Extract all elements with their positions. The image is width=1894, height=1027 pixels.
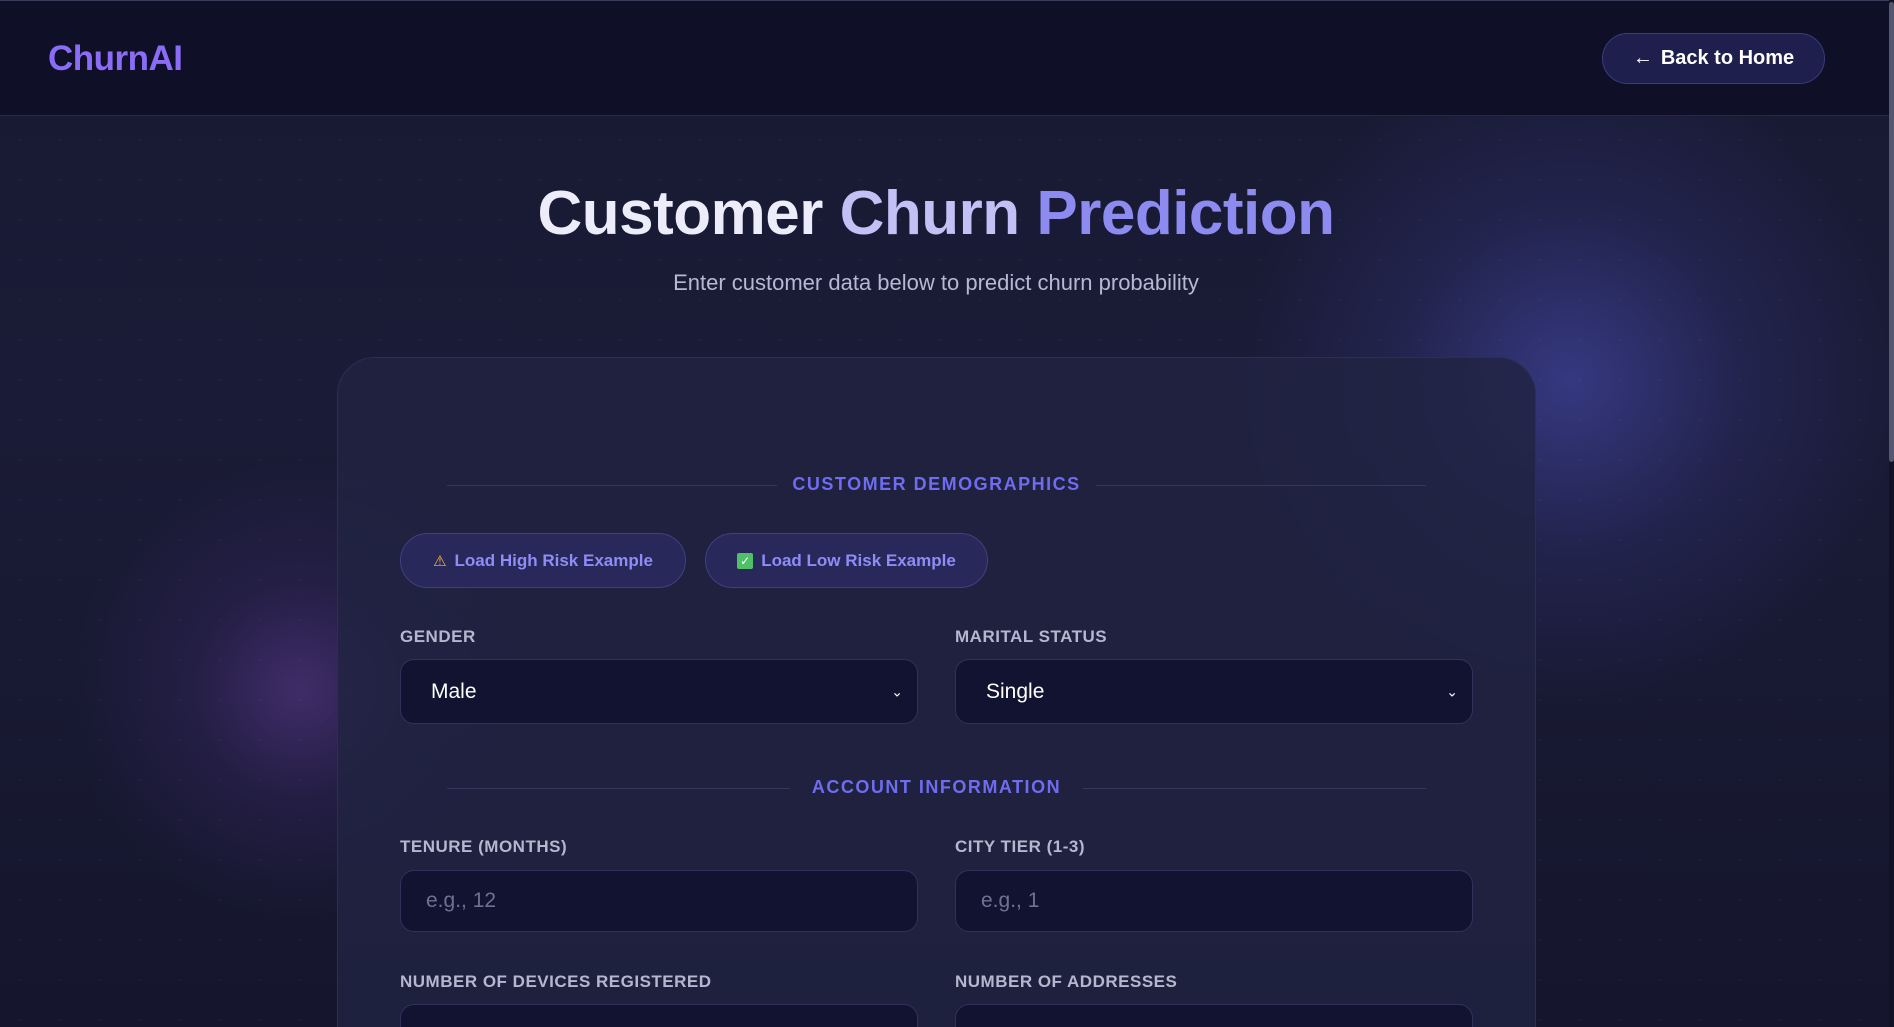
section-divider-left [447,484,777,486]
tenure-label: TENURE (MONTHS) [400,837,568,856]
logo[interactable]: ChurnAI [48,39,183,79]
section-divider-right [1096,484,1426,486]
section-divider-right [1083,787,1426,789]
title-word-customer: Customer [537,179,823,248]
gender-selected-value: Male [431,679,477,703]
section-account-label: ACCOUNT INFORMATION [811,777,1062,797]
gender-label: GENDER [400,627,476,646]
marital-status-selected-value: Single [986,679,1045,703]
number-of-addresses-input[interactable] [955,1004,1473,1027]
scrollbar-thumb[interactable] [1889,2,1894,462]
gender-select[interactable]: Male ⌄ [400,659,918,724]
back-to-home-label: Back to Home [1660,47,1795,69]
number-of-addresses-label: NUMBER OF ADDRESSES [955,972,1178,991]
section-account-information: ACCOUNT INFORMATION [337,777,1536,798]
city-tier-placeholder: e.g., 1 [981,889,1040,912]
checkmark-icon: ✓ [737,552,754,569]
city-tier-input[interactable]: e.g., 1 [955,870,1473,932]
low-risk-label: Load Low Risk Example [761,550,956,570]
tenure-input[interactable]: e.g., 12 [400,870,918,932]
section-divider-left [447,787,790,789]
load-high-risk-example-button[interactable]: ⚠ Load High Risk Example [400,533,686,588]
title-word-churn: Churn [839,179,1021,248]
arrow-left-icon: ← [1632,47,1653,69]
warning-icon: ⚠ [433,552,447,570]
chevron-down-icon: ⌄ [891,683,903,699]
marital-status-select[interactable]: Single ⌄ [955,659,1473,724]
chevron-down-icon: ⌄ [1446,683,1458,699]
section-customer-demographics: CUSTOMER DEMOGRAPHICS [337,474,1536,495]
title-word-prediction: Prediction [1036,179,1335,248]
page-title: Customer Churn Prediction [0,178,1872,249]
marital-status-label: MARITAL STATUS [955,627,1108,646]
tenure-placeholder: e.g., 12 [426,889,497,912]
devices-registered-input[interactable] [400,1004,918,1027]
page-subtitle: Enter customer data below to predict chu… [673,270,1199,295]
top-navbar: ChurnAI ← Back to Home [0,1,1889,116]
back-to-home-button[interactable]: ← Back to Home [1602,33,1825,84]
devices-registered-label: NUMBER OF DEVICES REGISTERED [400,972,712,991]
section-demographics-label: CUSTOMER DEMOGRAPHICS [792,474,1081,494]
page-scrollbar[interactable] [1889,0,1894,1027]
load-low-risk-example-button[interactable]: ✓ Load Low Risk Example [705,533,988,588]
high-risk-label: Load High Risk Example [454,550,653,570]
city-tier-label: CITY TIER (1-3) [955,837,1085,856]
